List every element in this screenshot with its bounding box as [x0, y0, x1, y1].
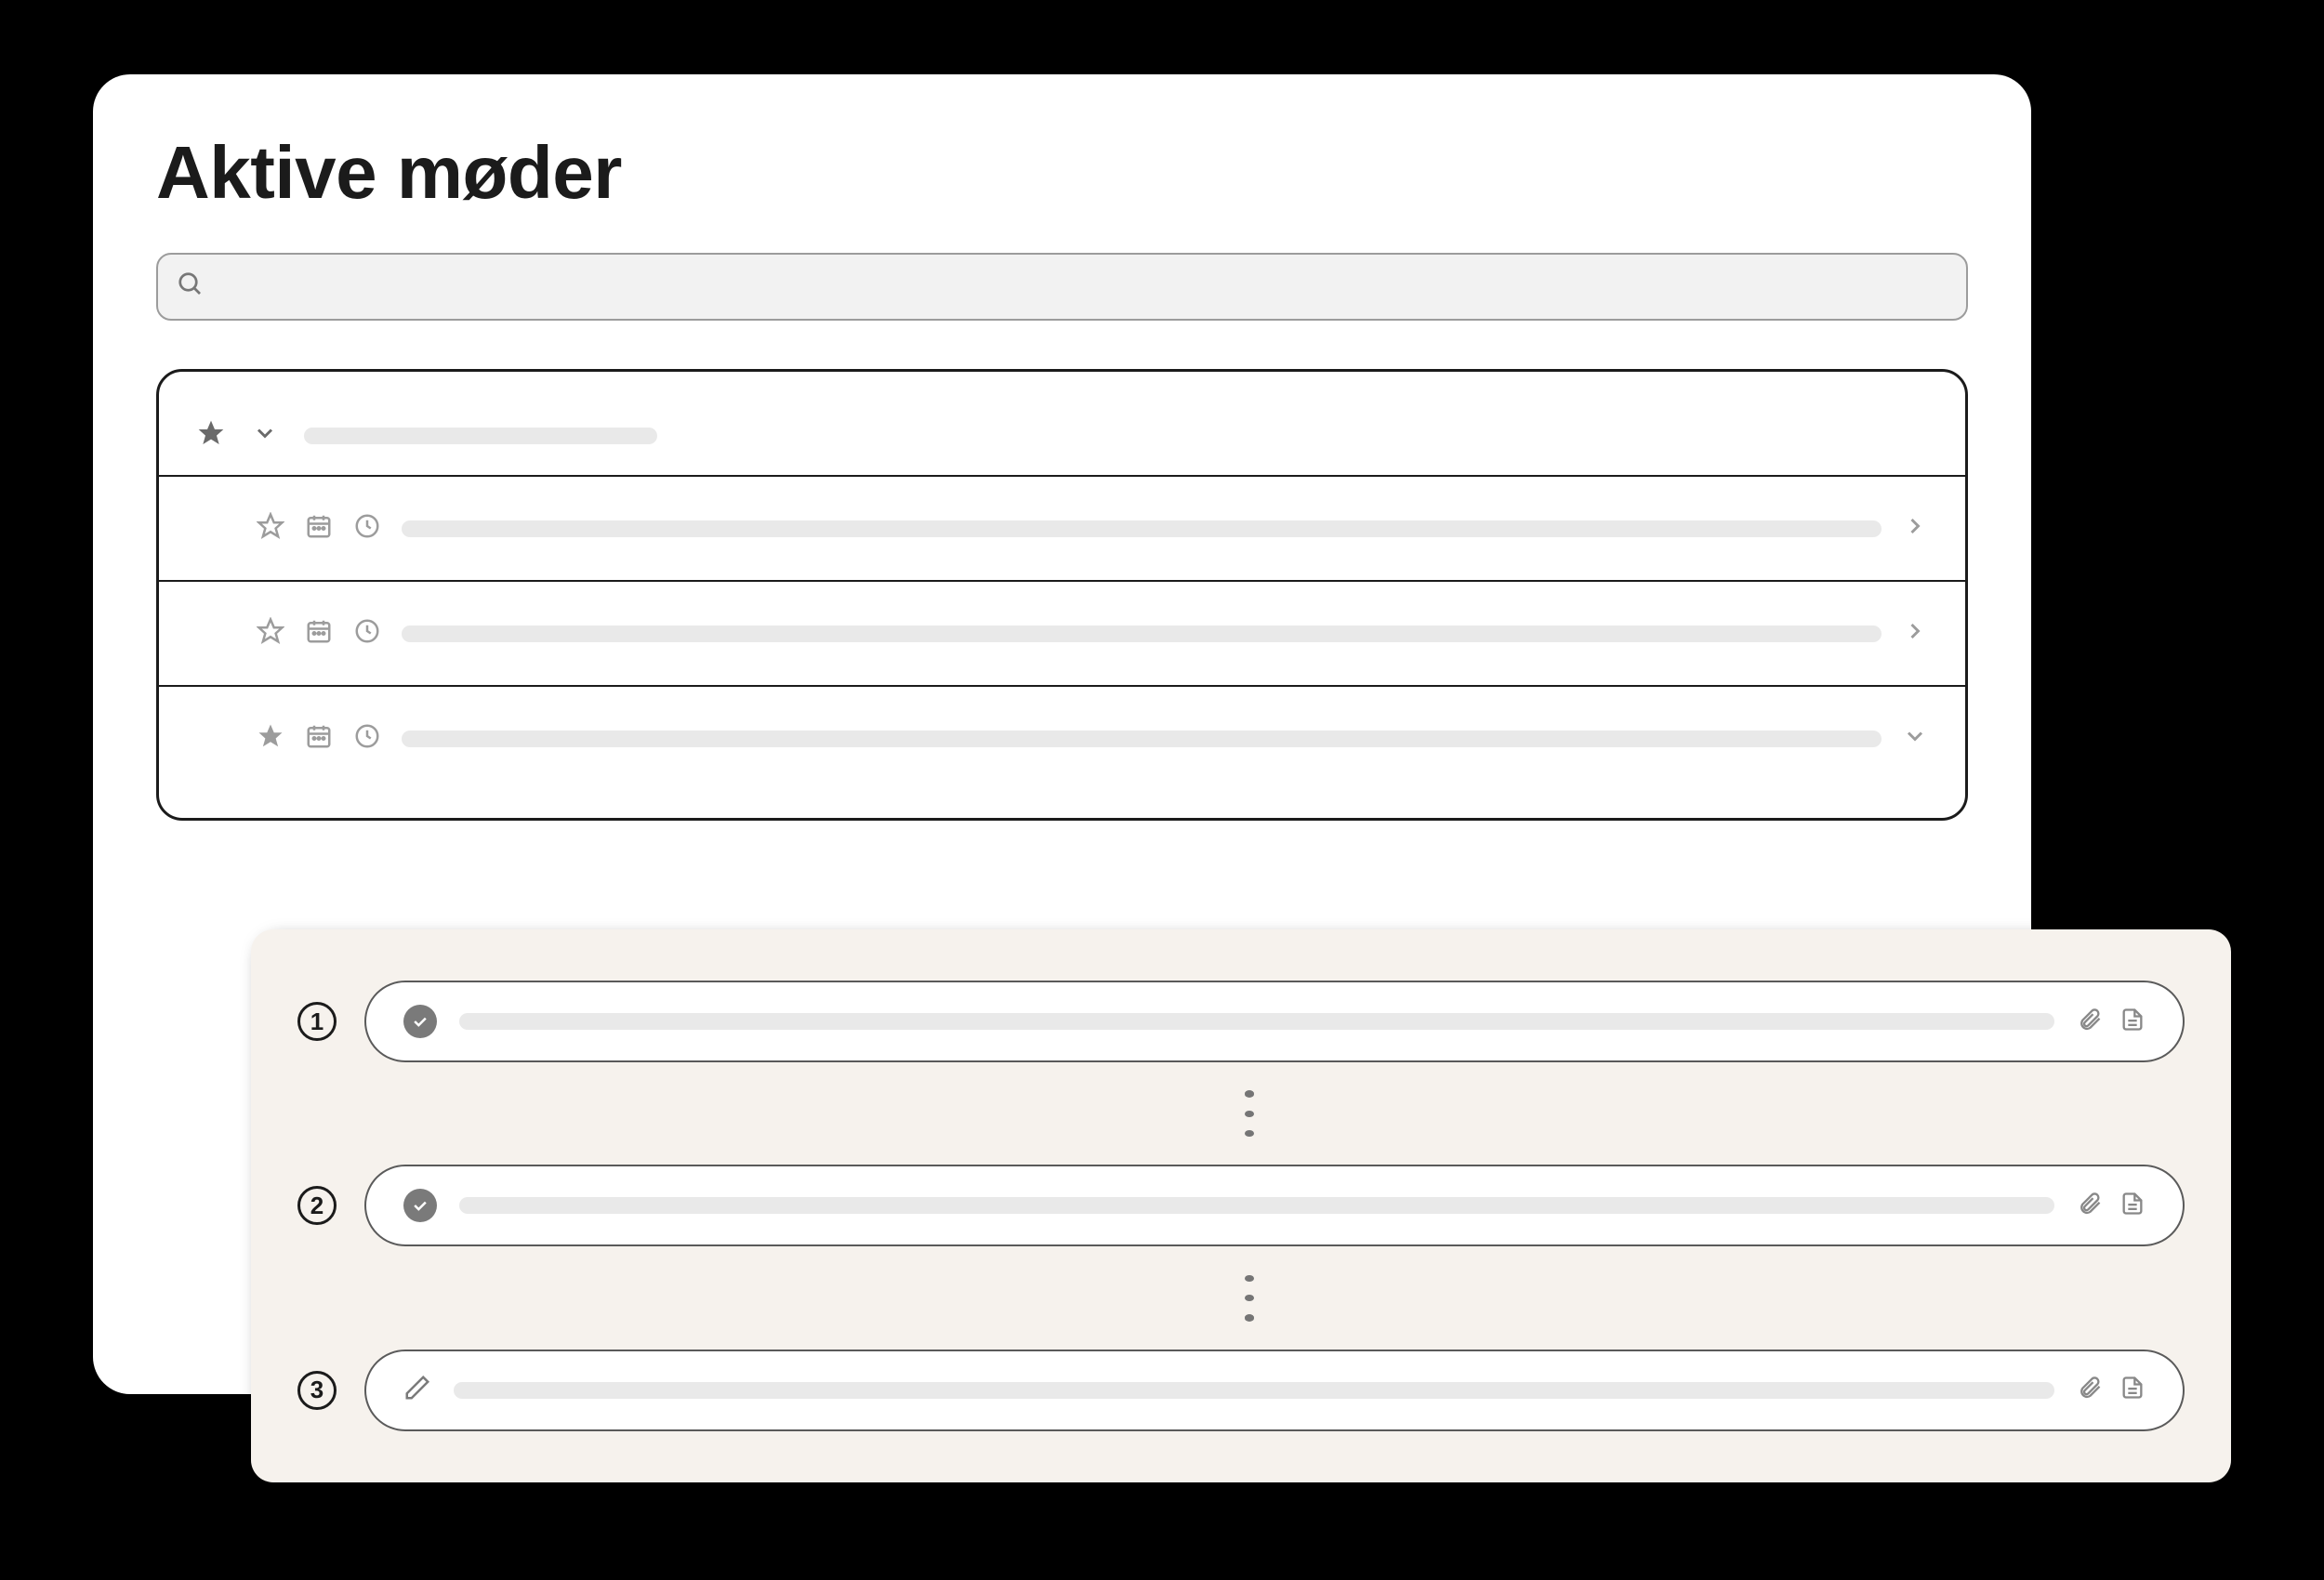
agenda-title-placeholder: [459, 1013, 2054, 1030]
step-connector: [297, 1090, 2185, 1137]
meeting-title-placeholder: [402, 625, 1882, 642]
group-title-placeholder: [304, 428, 657, 444]
meeting-row[interactable]: [159, 477, 1965, 582]
agenda-item[interactable]: [364, 1350, 2185, 1431]
paperclip-icon[interactable]: [2077, 1007, 2103, 1037]
star-icon: [196, 418, 226, 453]
agenda-title-placeholder: [459, 1197, 2054, 1214]
chevron-right-icon: [1902, 618, 1928, 649]
search-icon: [177, 270, 205, 303]
chevron-down-icon: [1902, 723, 1928, 754]
step-number: 1: [297, 1002, 337, 1041]
calendar-icon: [305, 512, 333, 545]
clock-icon: [353, 617, 381, 650]
agenda-step: 2: [297, 1165, 2185, 1246]
chevron-right-icon: [1902, 513, 1928, 544]
agenda-panel: 1 2: [251, 929, 2231, 1482]
step-number: 2: [297, 1186, 337, 1225]
meeting-row[interactable]: [159, 582, 1965, 687]
meeting-title-placeholder: [402, 731, 1882, 747]
chevron-down-icon: [252, 420, 278, 451]
calendar-icon: [305, 617, 333, 650]
meeting-row[interactable]: [159, 687, 1965, 790]
paperclip-icon[interactable]: [2077, 1375, 2103, 1405]
agenda-step: 3: [297, 1350, 2185, 1431]
meeting-title-placeholder: [402, 520, 1882, 537]
check-icon: [403, 1189, 437, 1222]
document-icon[interactable]: [2119, 1191, 2146, 1221]
calendar-icon: [305, 722, 333, 755]
paperclip-icon[interactable]: [2077, 1191, 2103, 1221]
clock-icon: [353, 722, 381, 755]
star-icon[interactable]: [257, 722, 284, 755]
step-number: 3: [297, 1371, 337, 1410]
document-icon[interactable]: [2119, 1007, 2146, 1037]
page-title: Aktive møder: [156, 130, 1968, 216]
agenda-item[interactable]: [364, 981, 2185, 1062]
star-icon[interactable]: [257, 617, 284, 650]
pencil-icon: [403, 1374, 431, 1406]
meetings-list: [156, 369, 1968, 821]
step-connector: [297, 1275, 2185, 1322]
agenda-step: 1: [297, 981, 2185, 1062]
clock-icon: [353, 512, 381, 545]
star-icon[interactable]: [257, 512, 284, 545]
agenda-title-placeholder: [454, 1382, 2054, 1399]
document-icon[interactable]: [2119, 1375, 2146, 1405]
check-icon: [403, 1005, 437, 1038]
agenda-item[interactable]: [364, 1165, 2185, 1246]
search-input[interactable]: [156, 253, 1968, 321]
group-header[interactable]: [159, 418, 1965, 477]
